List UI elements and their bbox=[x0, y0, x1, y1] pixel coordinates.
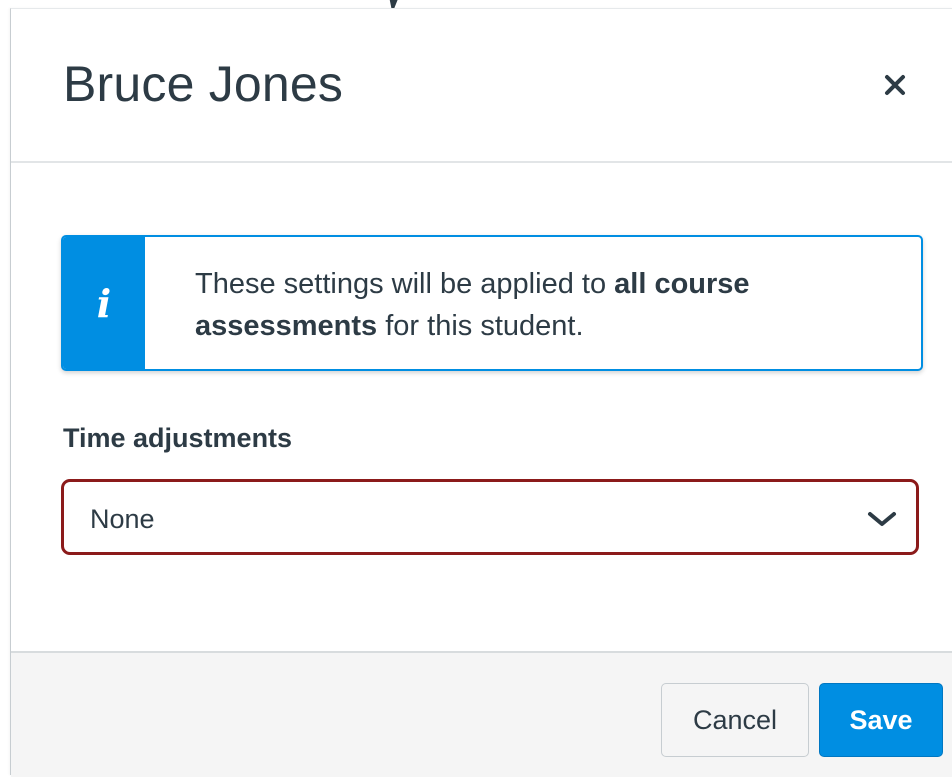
info-icon: i bbox=[96, 280, 112, 326]
cancel-button[interactable]: Cancel bbox=[661, 683, 809, 757]
info-alert: i These settings will be applied to all … bbox=[61, 235, 923, 371]
info-alert-text-end: for this student. bbox=[377, 310, 584, 342]
close-icon bbox=[885, 75, 905, 95]
student-settings-dialog: Bruce Jones i These settings will be app… bbox=[10, 8, 952, 777]
save-button[interactable]: Save bbox=[819, 683, 943, 757]
dialog-footer: Cancel Save bbox=[11, 651, 952, 777]
time-adjustments-select[interactable]: None bbox=[61, 479, 919, 555]
dialog-header: Bruce Jones bbox=[11, 9, 952, 163]
time-adjustments-label: Time adjustments bbox=[63, 423, 293, 453]
close-button[interactable] bbox=[873, 63, 917, 107]
info-alert-message: These settings will be applied to all co… bbox=[195, 263, 885, 347]
info-alert-text-start: These settings will be applied to bbox=[195, 268, 615, 300]
chevron-down-icon bbox=[868, 512, 896, 526]
info-icon-band: i bbox=[63, 237, 145, 369]
dialog-title: Bruce Jones bbox=[63, 56, 344, 112]
clipped-text-fragment bbox=[389, 0, 398, 8]
time-adjustments-selected-value: None bbox=[90, 504, 155, 534]
